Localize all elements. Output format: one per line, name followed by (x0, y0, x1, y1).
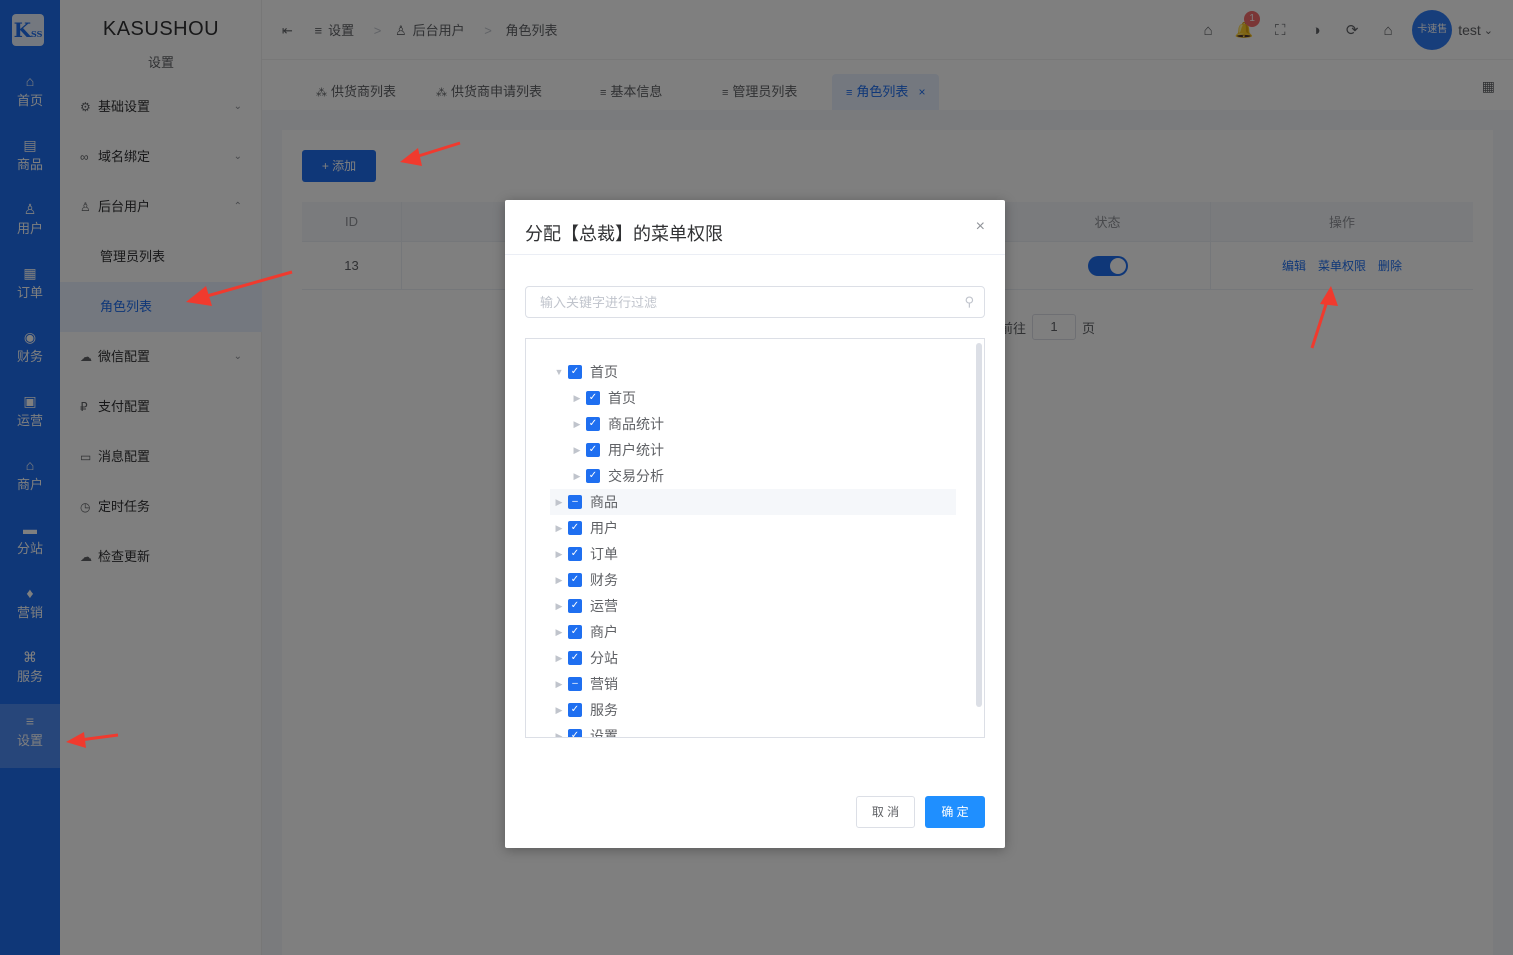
tree-node-label: 运营 (590, 598, 618, 614)
caret-right-icon[interactable]: ▶ (568, 411, 586, 437)
caret-right-icon[interactable]: ▶ (550, 645, 568, 671)
tree-node-label: 财务 (590, 572, 618, 588)
tree-node-label: 交易分析 (608, 468, 664, 484)
tree-checkbox[interactable]: ✓ (568, 521, 582, 535)
tree-checkbox[interactable]: ✓ (568, 625, 582, 639)
menu-permission-dialog: 分配【总裁】的菜单权限 × ⚲ ▼✓首页▶✓首页▶✓商品统计▶✓用户统计▶✓交易… (505, 200, 1005, 848)
tree-node[interactable]: ▶ ✓ 交易分析 (568, 463, 956, 489)
caret-right-icon[interactable]: ▶ (550, 489, 568, 515)
tree-node[interactable]: ▶ ✓ 订单 (550, 541, 956, 567)
tree-scrollbar[interactable] (976, 343, 982, 707)
tree-node[interactable]: ▶ ✓ 分站 (550, 645, 956, 671)
tree-node-label: 商品 (590, 494, 618, 510)
permission-tree: ▼ ✓ 首页 ▶ ✓ 首页 ▶ ✓ 商品统计 ▶ ✓ 用户统计 ▶ ✓ 交易分析 ▶ – 商品 ▶ ✓ 用户 ▶ ✓ 订单 ▶ ✓… (525, 338, 985, 738)
tree-node-label: 首页 (590, 364, 618, 380)
tree-checkbox[interactable]: ✓ (568, 573, 582, 587)
tree-node-label: 订单 (590, 546, 618, 562)
caret-right-icon[interactable]: ▶ (550, 619, 568, 645)
tree-checkbox[interactable]: ✓ (568, 547, 582, 561)
caret-right-icon[interactable]: ▶ (550, 515, 568, 541)
tree-node-label: 用户 (590, 520, 618, 536)
tree-node-label: 用户统计 (608, 442, 664, 458)
caret-right-icon[interactable]: ▶ (550, 723, 568, 737)
tree-node[interactable]: ▼ ✓ 首页 (550, 359, 956, 385)
tree-checkbox[interactable]: ✓ (586, 443, 600, 457)
caret-right-icon[interactable]: ▶ (568, 463, 586, 489)
tree-node-label: 分站 (590, 650, 618, 666)
confirm-button[interactable]: 确 定 (925, 796, 985, 828)
tree-node[interactable]: ▶ – 营销 (550, 671, 956, 697)
tree-checkbox[interactable]: – (568, 495, 582, 509)
caret-right-icon[interactable]: ▶ (550, 697, 568, 723)
tree-node[interactable]: ▶ ✓ 财务 (550, 567, 956, 593)
filter-search: ⚲ (525, 286, 985, 318)
tree-node[interactable]: ▶ – 商品 (550, 489, 956, 515)
caret-right-icon[interactable]: ▶ (550, 541, 568, 567)
caret-right-icon[interactable]: ▶ (550, 671, 568, 697)
caret-right-icon[interactable]: ▶ (568, 437, 586, 463)
tree-checkbox[interactable]: ✓ (568, 365, 582, 379)
tree-node[interactable]: ▶ ✓ 用户 (550, 515, 956, 541)
filter-input[interactable] (526, 287, 926, 317)
tree-checkbox[interactable]: ✓ (568, 729, 582, 737)
tree-checkbox[interactable]: ✓ (568, 651, 582, 665)
tree-node[interactable]: ▶ ✓ 设置 (550, 723, 956, 738)
caret-right-icon[interactable]: ▶ (568, 385, 586, 411)
caret-down-icon[interactable]: ▼ (550, 359, 568, 385)
tree-checkbox[interactable]: – (568, 677, 582, 691)
dialog-divider (505, 254, 1005, 255)
tree-node[interactable]: ▶ ✓ 商品统计 (568, 411, 956, 437)
tree-node[interactable]: ▶ ✓ 首页 (568, 385, 956, 411)
tree-node-label: 首页 (608, 390, 636, 406)
dialog-title: 分配【总裁】的菜单权限 (525, 224, 723, 244)
tree-node-label: 商品统计 (608, 416, 664, 432)
tree-node[interactable]: ▶ ✓ 服务 (550, 697, 956, 723)
tree-checkbox[interactable]: ✓ (568, 599, 582, 613)
tree-node[interactable]: ▶ ✓ 运营 (550, 593, 956, 619)
tree-checkbox[interactable]: ✓ (586, 391, 600, 405)
tree-checkbox[interactable]: ✓ (586, 469, 600, 483)
search-icon: ⚲ (964, 294, 974, 309)
cancel-button[interactable]: 取 消 (856, 796, 915, 828)
tree-node-label: 服务 (590, 702, 618, 718)
close-icon[interactable]: × (976, 218, 985, 236)
tree-node-label: 商户 (590, 624, 618, 640)
tree-checkbox[interactable]: ✓ (586, 417, 600, 431)
tree-node-label: 设置 (590, 728, 618, 738)
tree-node[interactable]: ▶ ✓ 商户 (550, 619, 956, 645)
tree-node-label: 营销 (590, 676, 618, 692)
tree-checkbox[interactable]: ✓ (568, 703, 582, 717)
caret-right-icon[interactable]: ▶ (550, 567, 568, 593)
caret-right-icon[interactable]: ▶ (550, 593, 568, 619)
tree-node[interactable]: ▶ ✓ 用户统计 (568, 437, 956, 463)
